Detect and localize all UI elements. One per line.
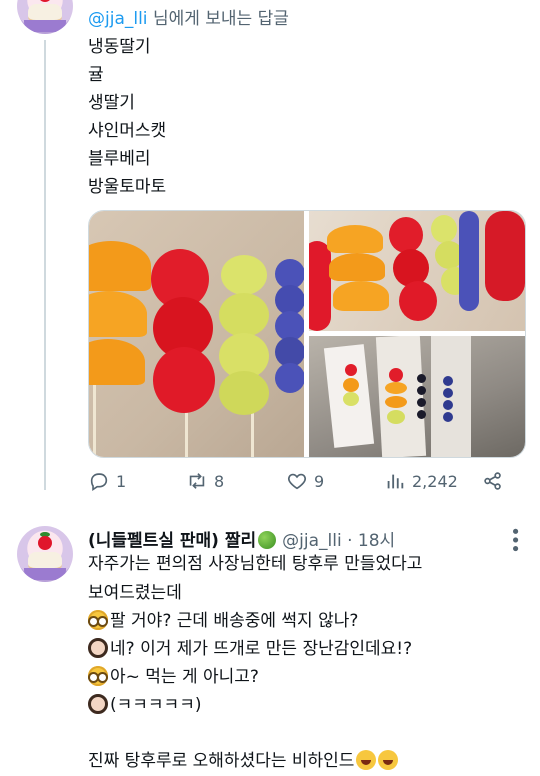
share-icon	[484, 472, 501, 490]
green-ball-emoji	[258, 531, 277, 549]
like-button[interactable]: 9	[286, 470, 324, 492]
nerd-face-emoji	[88, 666, 108, 686]
photo-skewers-on-table[interactable]	[309, 336, 525, 457]
reply-context: @jja_lli 님에게 보내는 답글	[88, 4, 289, 29]
tweet-text-line: 팔 거야? 근데 배송중에 썩지 않나?	[88, 610, 358, 632]
tweet-text-line: 방울토마토	[88, 177, 167, 197]
laughing-emoji	[356, 750, 377, 770]
tweet-text-line: 진짜 탕후루로 오해하셨다는 비하인드	[88, 750, 400, 772]
nerd-face-emoji	[88, 610, 108, 630]
tweet-text-line: 샤인머스캣	[88, 121, 167, 141]
tweet-text-line: 귤	[88, 65, 104, 85]
retweet-count: 8	[214, 471, 225, 491]
tweet-text-line: 아~ 먹는 게 아니고?	[88, 666, 259, 688]
tweet-text-line: 네? 이거 제가 뜨개로 만든 장난감인데요!?	[88, 638, 412, 660]
tweet-author: (니들펠트실 판매) 짤리 @jja_lli · 18시	[88, 526, 395, 551]
tweet-text-line: 보여드렸는데	[88, 583, 182, 603]
reply-button[interactable]: 1	[88, 470, 126, 492]
tweet-text-line: (ㅋㅋㅋㅋㅋ)	[88, 694, 201, 716]
avatar[interactable]	[17, 0, 73, 34]
photo-crochet-skewers-set[interactable]	[309, 211, 525, 331]
reply-to-handle[interactable]: @jja_lli	[88, 9, 148, 29]
avatar[interactable]	[17, 526, 73, 582]
share-button[interactable]	[482, 470, 504, 492]
tweet-text-line: 생딸기	[88, 93, 135, 113]
retweet-icon	[189, 473, 205, 489]
author-handle[interactable]: @jja_lli	[282, 531, 342, 551]
tweet-time[interactable]: · 18시	[347, 531, 395, 551]
photo-crochet-skewers-closeup[interactable]	[89, 211, 304, 457]
more-icon[interactable]: •••	[504, 526, 525, 552]
media-grid	[88, 210, 526, 458]
tweet-text-line: 냉동딸기	[88, 37, 151, 57]
tweet-actions: 1 8 9 2,242	[88, 470, 518, 500]
tweet-text-line: 블루베리	[88, 149, 151, 169]
tweet-text-line: 자주가는 편의점 사장님한테 탕후루 만들었다고	[88, 554, 423, 574]
thread-connector	[44, 40, 46, 490]
retweet-button[interactable]: 8	[186, 470, 224, 492]
views-icon	[387, 474, 404, 489]
like-count: 9	[314, 471, 325, 491]
person-emoji	[88, 638, 108, 658]
laughing-emoji	[378, 750, 399, 770]
reply-count: 1	[116, 471, 127, 491]
like-icon	[288, 473, 306, 490]
reply-to-suffix: 님에게 보내는 답글	[147, 9, 289, 29]
display-name[interactable]: (니들펠트실 판매) 짤리	[88, 531, 256, 551]
view-count: 2,242	[412, 471, 458, 491]
person-emoji	[88, 694, 108, 714]
views-button[interactable]: 2,242	[384, 470, 458, 492]
reply-icon	[90, 473, 108, 491]
